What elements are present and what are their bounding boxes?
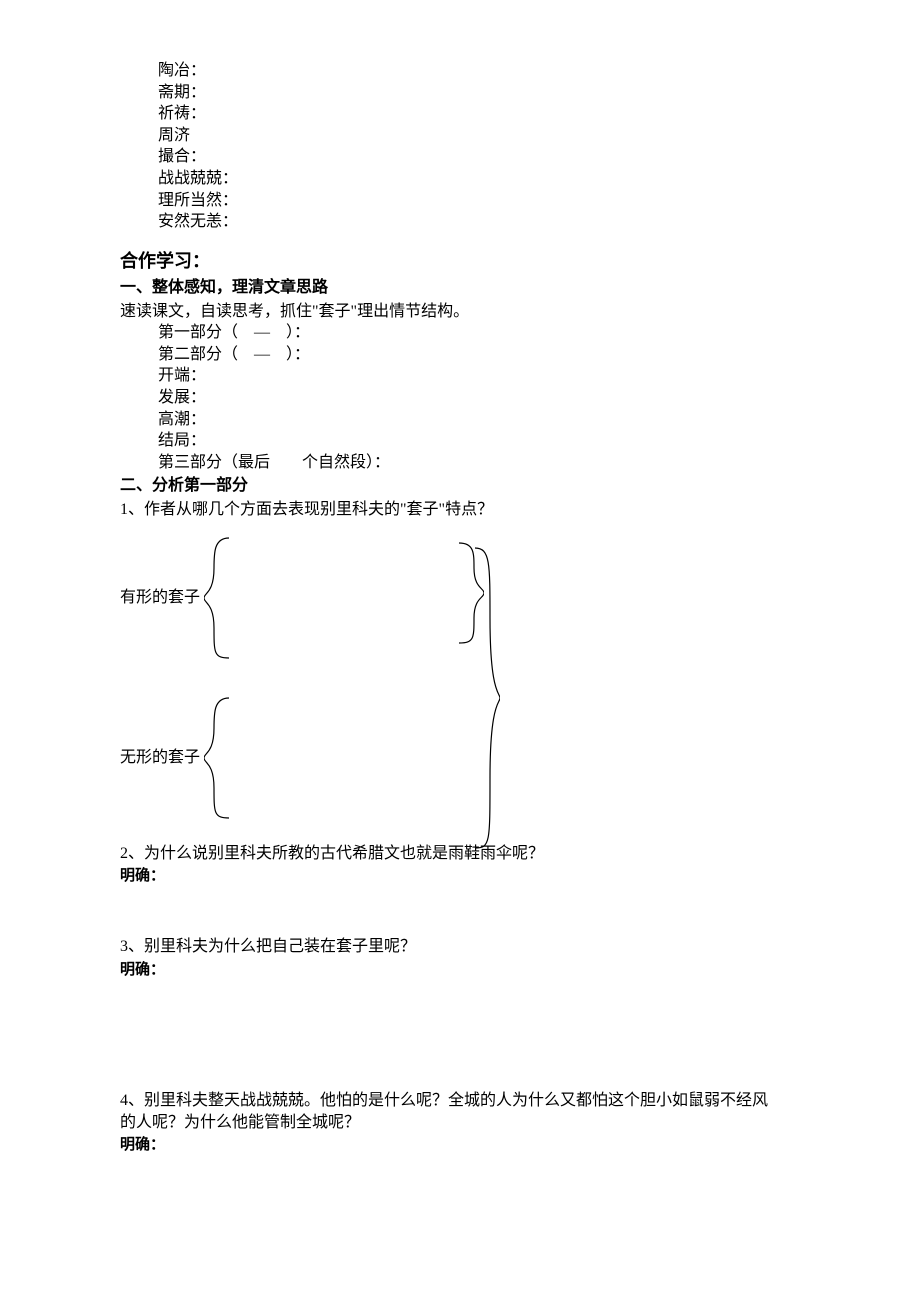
- question-4-line2: 的人呢？为什么他能管制全城呢？: [120, 1112, 800, 1134]
- left-brace-icon: [204, 693, 234, 823]
- term-item: 安然无恙：: [158, 211, 800, 233]
- section1-title: 一、整体感知，理清文章思路: [120, 277, 800, 299]
- term-item: 周济: [158, 125, 800, 147]
- outline-line: 第一部分（ ― ）：: [158, 322, 800, 344]
- outline-line: 结局：: [158, 430, 800, 452]
- question-1: 1、作者从哪几个方面去表现别里科夫的"套子"特点？: [120, 499, 800, 521]
- outline-line: 高潮：: [158, 409, 800, 431]
- brace-label-visible: 有形的套子: [120, 587, 200, 609]
- section1-intro: 速读课文，自读思考，抓住"套子"理出情节结构。: [120, 301, 800, 323]
- question-4-line1: 4、别里科夫整天战战兢兢。他怕的是什么呢？全城的人为什么又都怕这个胆小如鼠弱不经…: [120, 1090, 800, 1112]
- term-item: 祈祷：: [158, 103, 800, 125]
- answer-label: 明确：: [120, 1135, 800, 1155]
- outline-line: 第二部分（ ― ）：: [158, 344, 800, 366]
- outline-line: 开端：: [158, 365, 800, 387]
- coop-learning-heading: 合作学习：: [120, 249, 800, 273]
- question-2: 2、为什么说别里科夫所教的古代希腊文也就是雨鞋雨伞呢？: [120, 843, 800, 865]
- right-brace-icon: [454, 538, 484, 648]
- term-item: 陶冶：: [158, 60, 800, 82]
- answer-label: 明确：: [120, 866, 800, 886]
- brace-diagram: 有形的套子 无形的套子: [120, 533, 800, 823]
- term-item: 撮合：: [158, 146, 800, 168]
- section2-title: 二、分析第一部分: [120, 475, 800, 497]
- term-item: 理所当然：: [158, 190, 800, 212]
- left-brace-icon: [204, 533, 234, 663]
- outline-line: 第三部分（最后 个自然段）：: [158, 452, 800, 474]
- brace-label-invisible: 无形的套子: [120, 747, 200, 769]
- question-3: 3、别里科夫为什么把自己装在套子里呢？: [120, 936, 800, 958]
- outline-line: 发展：: [158, 387, 800, 409]
- vocab-terms: 陶冶： 斋期： 祈祷： 周济 撮合： 战战兢兢： 理所当然： 安然无恙：: [158, 60, 800, 233]
- term-item: 战战兢兢：: [158, 168, 800, 190]
- answer-label: 明确：: [120, 960, 800, 980]
- section1-outline: 第一部分（ ― ）： 第二部分（ ― ）： 开端： 发展： 高潮： 结局： 第三…: [158, 322, 800, 473]
- term-item: 斋期：: [158, 82, 800, 104]
